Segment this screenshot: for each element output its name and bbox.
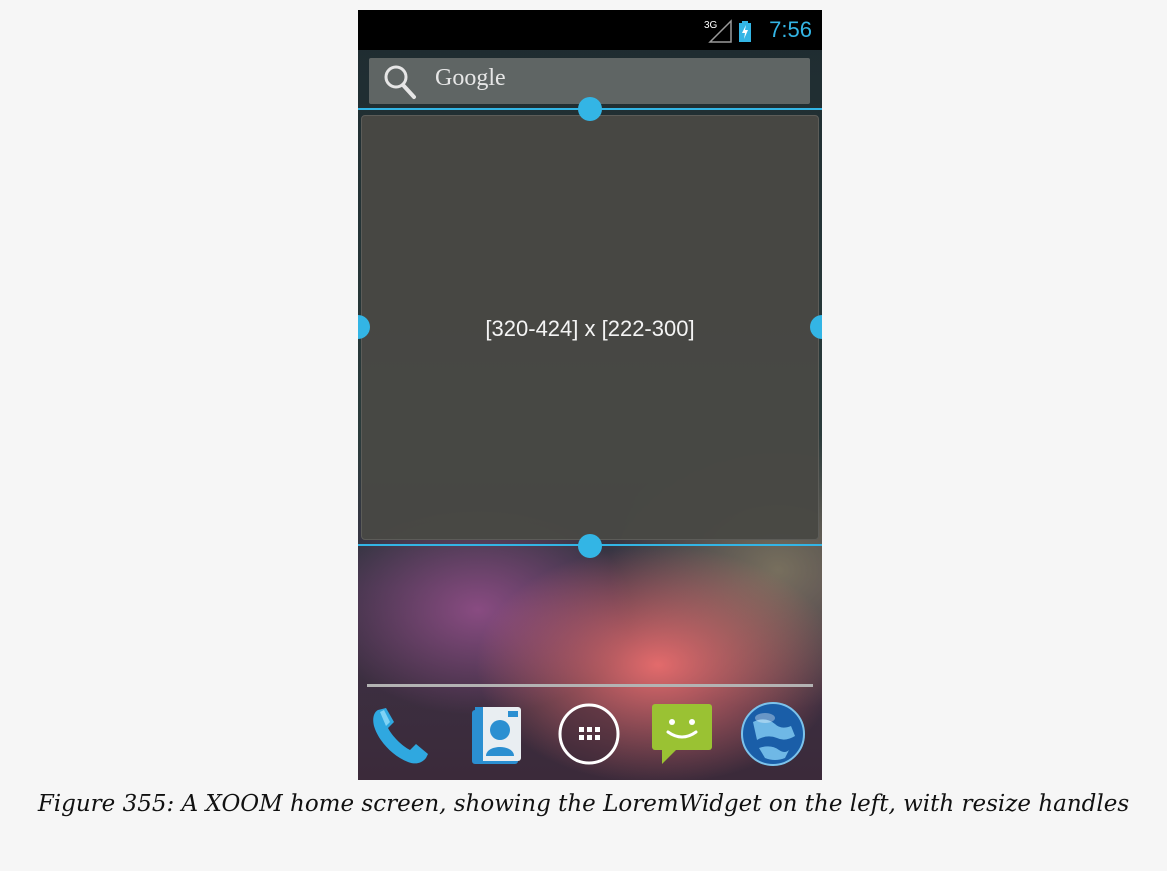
figure-caption: Figure 355: A XOOM home screen, showing … [37,791,1130,817]
clock: 7:56 [769,17,812,42]
status-bar: 3G 7:56 [358,10,822,50]
messaging-icon[interactable] [648,700,716,768]
signal-icon: 3G [704,19,732,43]
resize-handle-top[interactable] [578,97,602,121]
resize-handle-bottom[interactable] [578,534,602,558]
search-label: Google [435,65,506,91]
lorem-widget[interactable]: [320-424] x [222-300] [361,115,819,540]
phone-screen: 3G 7:56 Google [320-424] x [222-300] [358,10,822,780]
contacts-icon[interactable] [462,700,530,768]
search-icon [384,65,416,99]
all-apps-icon[interactable] [555,700,623,768]
widget-size-text: [320-424] x [222-300] [485,316,695,341]
battery-charging-icon [739,21,751,42]
dock-divider [367,684,813,687]
svg-text:3G: 3G [704,20,718,31]
phone-icon[interactable] [368,700,436,768]
browser-icon[interactable] [739,700,807,768]
